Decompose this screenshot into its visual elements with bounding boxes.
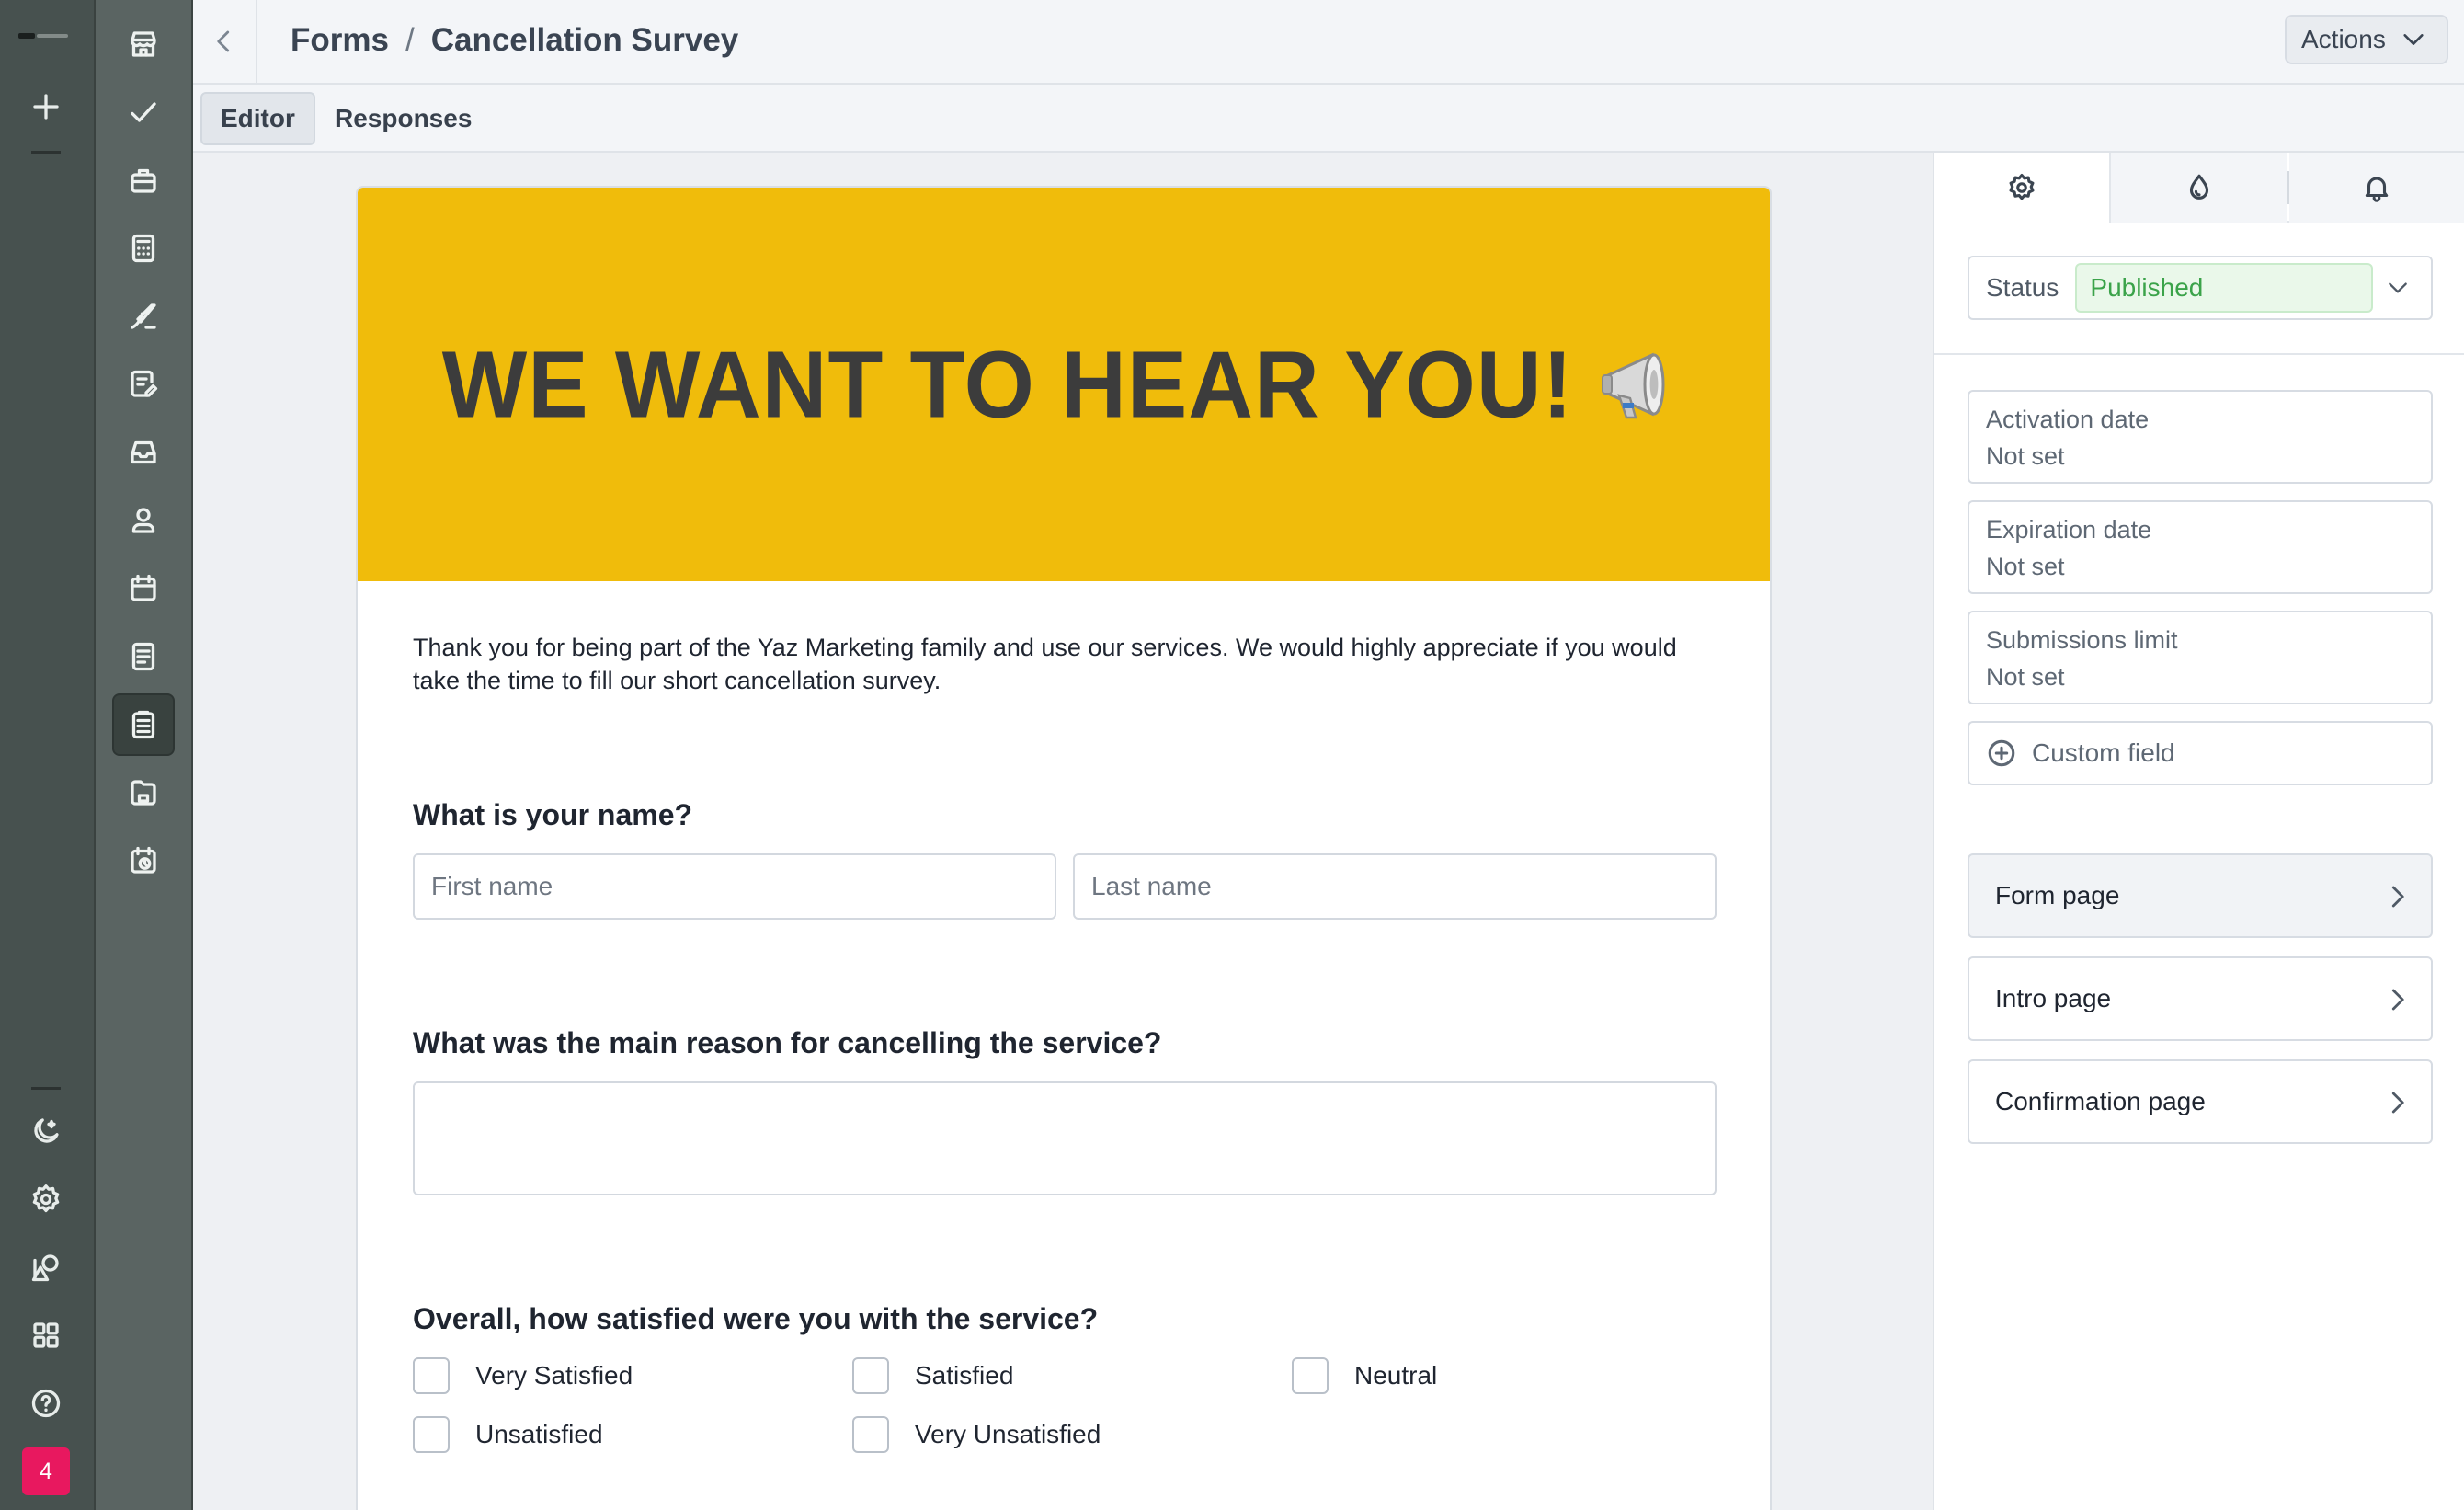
notification-badge[interactable]: 4 xyxy=(22,1447,70,1495)
chevron-right-icon xyxy=(2391,886,2404,908)
droplet-icon xyxy=(2189,174,2209,200)
confirmation-page-link[interactable]: Confirmation page xyxy=(1968,1059,2433,1144)
last-name-field[interactable]: Last name xyxy=(1073,853,1717,920)
option-unsatisfied[interactable]: Unsatisfied xyxy=(413,1416,603,1453)
option-neutral[interactable]: Neutral xyxy=(1292,1357,1437,1394)
question-name-title: What is your name? xyxy=(413,798,693,831)
option-label: Very Unsatisfied xyxy=(915,1420,1101,1448)
pen-icon[interactable] xyxy=(112,285,175,348)
breadcrumb: Forms / Cancellation Survey xyxy=(291,22,738,59)
folder-icon[interactable] xyxy=(112,761,175,824)
shapes-icon[interactable] xyxy=(22,1243,70,1291)
first-name-field[interactable]: First name xyxy=(413,853,1056,920)
editor-canvas: WE WANT TO HEAR YOU! Thank you for being… xyxy=(193,153,1933,1510)
option-label: Unsatisfied xyxy=(475,1420,603,1448)
gear-icon xyxy=(2009,173,2035,200)
status-label: Status xyxy=(1986,273,2059,302)
checkbox[interactable] xyxy=(852,1357,889,1394)
plus-icon[interactable] xyxy=(22,83,70,131)
option-very-unsatisfied[interactable]: Very Unsatisfied xyxy=(852,1416,1101,1453)
add-custom-field-button[interactable]: Custom field xyxy=(1968,721,2433,785)
breadcrumb-separator: / xyxy=(405,22,415,58)
chevron-right-icon xyxy=(2391,1092,2404,1114)
form-banner[interactable]: WE WANT TO HEAR YOU! xyxy=(358,188,1770,581)
settings-panel: Status Published Activation date Not set… xyxy=(1933,153,2464,1510)
calculator-icon[interactable] xyxy=(112,217,175,280)
rail-divider xyxy=(31,1087,61,1090)
banner-title: WE WANT TO HEAR YOU! xyxy=(441,330,1574,438)
plus-circle-icon xyxy=(1988,739,2015,767)
briefcase-icon[interactable] xyxy=(112,149,175,212)
form-page-link[interactable]: Form page xyxy=(1968,853,2433,938)
tab-design[interactable] xyxy=(2111,153,2287,223)
submissions-limit-value: Not set xyxy=(1986,663,2065,691)
bell-icon xyxy=(2365,177,2389,202)
back-button[interactable] xyxy=(193,0,257,83)
apps-grid-icon[interactable] xyxy=(22,1311,70,1359)
view-tabs: Editor Responses xyxy=(193,85,2464,153)
option-label: Neutral xyxy=(1354,1361,1438,1390)
activation-date-label: Activation date xyxy=(1986,406,2150,433)
expiration-date-label: Expiration date xyxy=(1986,516,2152,543)
option-label: Satisfied xyxy=(915,1361,1014,1390)
submissions-limit-field[interactable]: Submissions limit Not set xyxy=(1968,611,2433,704)
form-preview: WE WANT TO HEAR YOU! Thank you for being… xyxy=(356,186,1772,1510)
notes-icon[interactable] xyxy=(112,625,175,688)
chevron-down-icon xyxy=(2389,282,2408,293)
activation-date-field[interactable]: Activation date Not set xyxy=(1968,390,2433,484)
question-satisfaction-title: Overall, how satisfied were you with the… xyxy=(413,1302,1099,1335)
megaphone-icon xyxy=(1602,352,1665,419)
confirmation-page-label: Confirmation page xyxy=(1995,1087,2206,1115)
submissions-limit-label: Submissions limit xyxy=(1986,626,2178,654)
form-page-label: Form page xyxy=(1995,881,2120,909)
panel-divider xyxy=(1934,353,2464,355)
calendar-clock-icon[interactable] xyxy=(112,829,175,892)
intro-page-link[interactable]: Intro page xyxy=(1968,956,2433,1041)
document-edit-icon[interactable] xyxy=(112,353,175,416)
global-rail: 4 xyxy=(0,0,96,1510)
reason-textarea[interactable] xyxy=(413,1081,1717,1195)
activation-date-value: Not set xyxy=(1986,442,2065,470)
checkbox[interactable] xyxy=(413,1357,450,1394)
checkbox[interactable] xyxy=(1292,1357,1329,1394)
tab-notifications[interactable] xyxy=(2289,153,2464,223)
checkmark-icon[interactable] xyxy=(112,81,175,143)
expiration-date-field[interactable]: Expiration date Not set xyxy=(1968,500,2433,594)
rail-divider xyxy=(31,151,61,154)
chevron-right-icon xyxy=(2391,989,2404,1011)
question-reason-title: What was the main reason for cancelling … xyxy=(413,1026,1162,1059)
tab-responses[interactable]: Responses xyxy=(316,92,490,145)
contact-icon[interactable] xyxy=(112,489,175,552)
intro-page-label: Intro page xyxy=(1995,984,2112,1012)
inbox-icon[interactable] xyxy=(112,421,175,484)
tab-settings[interactable] xyxy=(1934,153,2111,223)
app-sidebar xyxy=(96,0,193,1510)
option-satisfied[interactable]: Satisfied xyxy=(852,1357,1013,1394)
calendar-icon[interactable] xyxy=(112,557,175,620)
moon-icon[interactable] xyxy=(22,1107,70,1155)
forms-clipboard-icon[interactable] xyxy=(112,693,175,756)
help-icon[interactable] xyxy=(22,1379,70,1427)
status-select[interactable]: Status Published xyxy=(1968,256,2433,320)
form-intro-text: Thank you for being part of the Yaz Mark… xyxy=(413,634,1677,694)
checkbox[interactable] xyxy=(852,1416,889,1453)
panel-tabs xyxy=(1934,153,2464,223)
chevron-down-icon xyxy=(2403,34,2424,45)
workspace-logo[interactable] xyxy=(18,33,70,42)
option-very-satisfied[interactable]: Very Satisfied xyxy=(413,1357,633,1394)
breadcrumb-forms[interactable]: Forms xyxy=(291,22,389,59)
page-header: Forms / Cancellation Survey Actions xyxy=(193,0,2464,85)
expiration-date-value: Not set xyxy=(1986,553,2065,580)
actions-button[interactable]: Actions xyxy=(2285,15,2448,64)
custom-field-label: Custom field xyxy=(2032,738,2175,767)
option-label: Very Satisfied xyxy=(475,1361,633,1390)
tab-editor[interactable]: Editor xyxy=(200,92,315,145)
actions-label: Actions xyxy=(2301,25,2386,53)
gear-icon[interactable] xyxy=(22,1175,70,1223)
storefront-icon[interactable] xyxy=(112,13,175,75)
page-title: Cancellation Survey xyxy=(430,22,739,58)
checkbox[interactable] xyxy=(413,1416,450,1453)
status-badge: Published xyxy=(2075,263,2374,313)
chevron-left-icon xyxy=(217,30,230,52)
